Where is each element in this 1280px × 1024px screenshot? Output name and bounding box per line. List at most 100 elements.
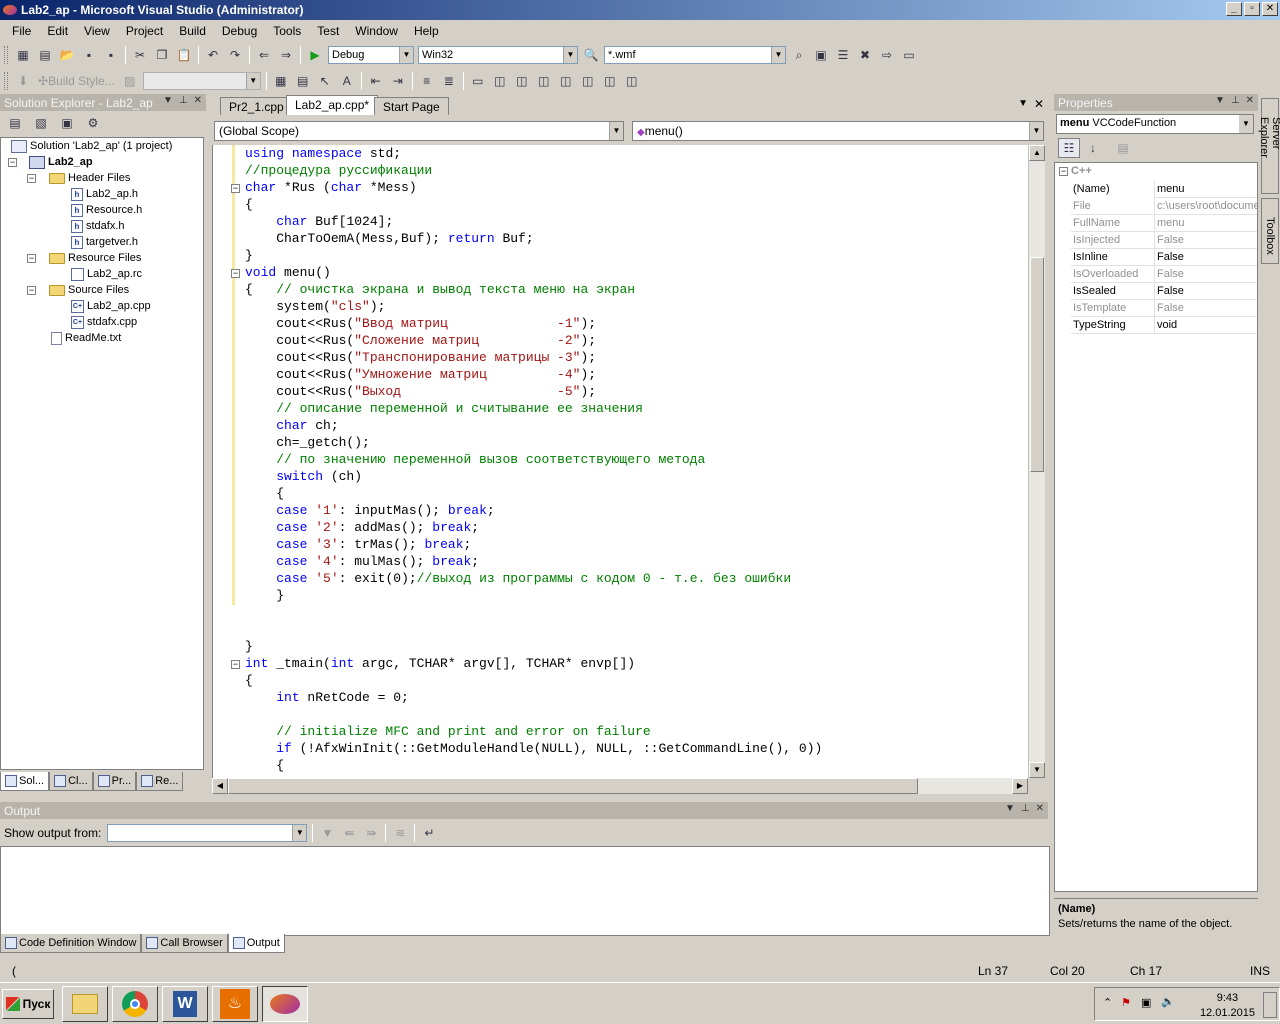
outline-collapse-icon[interactable]: − bbox=[231, 184, 240, 193]
output-text[interactable] bbox=[0, 846, 1050, 936]
tree-file[interactable]: h Resource.h bbox=[71, 202, 142, 218]
save-all-icon[interactable]: ▪ bbox=[100, 45, 122, 65]
save-icon[interactable]: ▪ bbox=[78, 45, 100, 65]
maximize-button[interactable]: ▫ bbox=[1244, 2, 1260, 16]
open-file-icon[interactable]: 📂 bbox=[56, 45, 78, 65]
tab-resource-view[interactable]: Re... bbox=[136, 772, 184, 791]
collapse-icon[interactable]: − bbox=[27, 286, 36, 295]
uncomment-icon[interactable]: ≣ bbox=[438, 71, 460, 91]
command-window-icon[interactable]: ▭ bbox=[898, 45, 920, 65]
property-row[interactable]: IsInjected False bbox=[1071, 231, 1257, 249]
tree-file[interactable]: C+ stdafx.cpp bbox=[71, 314, 137, 330]
action-center-icon[interactable]: ⚑ bbox=[1121, 996, 1131, 1009]
tab-output[interactable]: Output bbox=[227, 934, 285, 953]
categorized-icon[interactable]: ☷ bbox=[1058, 138, 1080, 158]
tab-pr2-1-cpp[interactable]: Pr2_1.cpp bbox=[220, 97, 293, 115]
word-wrap-icon[interactable]: ↵ bbox=[418, 823, 440, 843]
solution-configuration-select[interactable]: Debug ▼ bbox=[328, 46, 414, 64]
toolbox-icon[interactable]: ✖ bbox=[854, 45, 876, 65]
menu-build[interactable]: Build bbox=[171, 22, 214, 40]
properties-window-icon[interactable]: ☰ bbox=[832, 45, 854, 65]
code-editor[interactable]: − − − using namespace std; //процедура р… bbox=[212, 145, 1028, 778]
tab-toolbox[interactable]: Toolbox bbox=[1261, 198, 1279, 264]
taskbar-visual-studio[interactable] bbox=[262, 986, 308, 1022]
scroll-thumb[interactable] bbox=[1030, 257, 1044, 472]
property-row[interactable]: (Name) menu bbox=[1071, 180, 1257, 198]
copy-icon[interactable]: ❐ bbox=[151, 45, 173, 65]
decrease-indent-icon[interactable]: ⇤ bbox=[365, 71, 387, 91]
clock[interactable]: 9:43 12.01.2015 bbox=[1200, 991, 1255, 1021]
class-diagram-icon[interactable]: ⚙ bbox=[82, 113, 104, 133]
tab-code-definition-window[interactable]: Code Definition Window bbox=[0, 934, 142, 953]
alphabetical-icon[interactable]: ↓ bbox=[1082, 138, 1104, 158]
property-row[interactable]: File c:\users\root\docume bbox=[1071, 197, 1257, 215]
close-button[interactable]: ✕ bbox=[1262, 2, 1278, 16]
property-row[interactable]: FullName menu bbox=[1071, 214, 1257, 232]
navigate-back-icon[interactable]: ⇐ bbox=[253, 45, 275, 65]
network-icon[interactable]: ▣ bbox=[1141, 996, 1151, 1009]
property-row[interactable]: IsSealed False bbox=[1071, 282, 1257, 300]
object-select[interactable]: menu VCCodeFunction ▼ bbox=[1056, 114, 1254, 134]
bookmark-icon[interactable]: ▭ bbox=[467, 71, 489, 91]
target-select[interactable]: ▼ bbox=[142, 72, 261, 90]
tab-class-view[interactable]: Cl... bbox=[49, 772, 93, 791]
previous-bookmark-doc-icon[interactable]: ◫ bbox=[577, 71, 599, 91]
cut-icon[interactable]: ✂ bbox=[129, 45, 151, 65]
menu-window[interactable]: Window bbox=[347, 22, 406, 40]
menu-help[interactable]: Help bbox=[406, 22, 447, 40]
property-row[interactable]: IsInline False bbox=[1071, 248, 1257, 266]
collapse-icon[interactable]: − bbox=[1059, 167, 1068, 176]
class-view-icon[interactable]: ▦ bbox=[270, 71, 292, 91]
navigate-forward-icon[interactable]: ⇒ bbox=[275, 45, 297, 65]
close-document-icon[interactable]: ✕ bbox=[1034, 97, 1044, 111]
tree-file[interactable]: Lab2_ap.rc bbox=[71, 266, 142, 282]
tree-file[interactable]: h stdafx.h bbox=[71, 218, 125, 234]
tab-start-page[interactable]: Start Page bbox=[374, 97, 449, 115]
object-browser-icon[interactable]: ▤ bbox=[292, 71, 314, 91]
start-page-icon[interactable]: ⇨ bbox=[876, 45, 898, 65]
scroll-down-icon[interactable]: ▼ bbox=[1029, 762, 1045, 778]
solution-explorer-icon[interactable]: ▣ bbox=[810, 45, 832, 65]
start-debugging-icon[interactable]: ▶ bbox=[304, 45, 326, 65]
tab-list-icon[interactable]: ▼ bbox=[1018, 98, 1028, 109]
tab-lab2-ap-cpp[interactable]: Lab2_ap.cpp* bbox=[286, 95, 379, 115]
collapse-icon[interactable]: − bbox=[8, 158, 17, 167]
tree-source-files[interactable]: Source Files bbox=[49, 282, 129, 298]
build-style-button[interactable]: ✣ Build Style... bbox=[34, 71, 119, 91]
tree-file[interactable]: C+ Lab2_ap.cpp bbox=[71, 298, 151, 314]
new-project-icon[interactable]: ▦ bbox=[12, 45, 34, 65]
start-button[interactable]: Пуск bbox=[2, 989, 54, 1019]
previous-message-icon[interactable]: ⇚ bbox=[338, 823, 360, 843]
next-bookmark-doc-icon[interactable]: ◫ bbox=[599, 71, 621, 91]
find-in-files-icon[interactable]: 🔍 bbox=[580, 45, 602, 65]
scroll-left-icon[interactable]: ◀ bbox=[212, 778, 228, 794]
taskbar-java[interactable]: ♨ bbox=[212, 986, 258, 1022]
close-icon[interactable]: ✕ bbox=[194, 95, 202, 106]
menu-test[interactable]: Test bbox=[309, 22, 347, 40]
tree-resource-files[interactable]: Resource Files bbox=[49, 250, 141, 266]
collapse-icon[interactable]: − bbox=[27, 174, 36, 183]
find-message-icon[interactable]: ▼ bbox=[316, 823, 338, 843]
minimize-button[interactable]: _ bbox=[1226, 2, 1242, 16]
previous-bookmark-folder-icon[interactable]: ◫ bbox=[533, 71, 555, 91]
horizontal-scrollbar[interactable]: ◀ ▶ bbox=[212, 778, 1028, 794]
comment-icon[interactable]: ≡ bbox=[416, 71, 438, 91]
taskbar-explorer[interactable] bbox=[62, 986, 108, 1022]
tree-file[interactable]: h Lab2_ap.h bbox=[71, 186, 138, 202]
show-hidden-icons-icon[interactable]: ⌃ bbox=[1103, 996, 1112, 1009]
dropdown-icon[interactable]: ▼ bbox=[163, 95, 173, 106]
pin-icon[interactable]: ⊥ bbox=[1021, 803, 1030, 814]
tab-property-manager[interactable]: Pr... bbox=[92, 772, 137, 791]
tree-header-files[interactable]: Header Files bbox=[49, 170, 130, 186]
dropdown-icon[interactable]: ▼ bbox=[1005, 803, 1015, 814]
property-pages-icon[interactable]: ▤ bbox=[1112, 138, 1134, 158]
menu-tools[interactable]: Tools bbox=[265, 22, 309, 40]
paste-icon[interactable]: 📋 bbox=[173, 45, 195, 65]
solution-platform-select[interactable]: Win32 ▼ bbox=[418, 46, 578, 64]
refresh-icon[interactable]: ▣ bbox=[56, 113, 78, 133]
show-all-files-icon[interactable]: ▧ bbox=[30, 113, 52, 133]
clear-bookmarks-icon[interactable]: ◫ bbox=[621, 71, 643, 91]
pin-icon[interactable]: ⊥ bbox=[179, 95, 188, 106]
close-icon[interactable]: ✕ bbox=[1036, 803, 1044, 814]
close-icon[interactable]: ✕ bbox=[1246, 95, 1254, 106]
